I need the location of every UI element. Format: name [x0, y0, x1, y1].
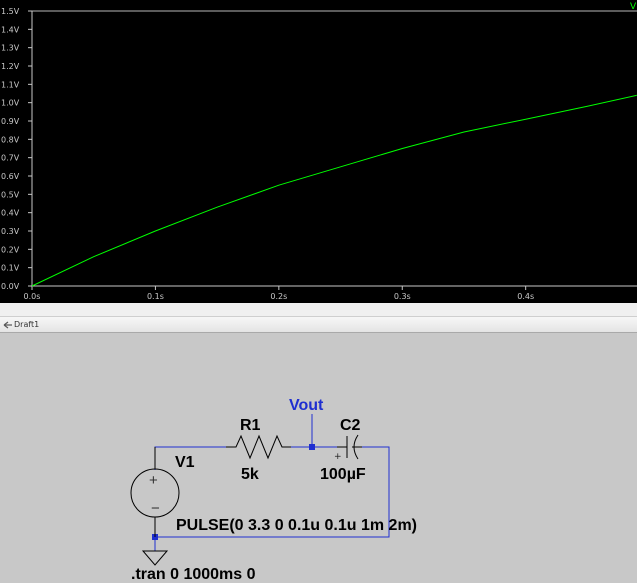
y-tick-label: 1.4V	[1, 25, 20, 34]
y-tick-label: 0.5V	[1, 190, 20, 199]
y-tick-label: 0.9V	[1, 117, 20, 126]
y-tick-label: 0.1V	[1, 264, 20, 273]
pane-separator[interactable]	[0, 303, 637, 316]
y-tick-label: 0.3V	[1, 227, 20, 236]
y-tick-label: 1.2V	[1, 62, 20, 71]
y-tick-label: 0.7V	[1, 154, 20, 163]
waveform-plot-pane[interactable]: 0.0V 0.1V 0.2V 0.3V 0.4V 0.5V 0.6V 0.7V 0.8V 0.9V…	[0, 0, 637, 303]
trace-line[interactable]	[31, 94, 637, 287]
c2-reference-label[interactable]: C2	[340, 417, 361, 434]
y-tick-label: 1.1V	[1, 80, 20, 89]
y-tick-label: 1.5V	[1, 7, 20, 16]
v1-reference-label[interactable]: V1	[175, 454, 195, 471]
vout-net-label[interactable]: Vout	[289, 397, 324, 414]
simulation-directive[interactable]: .tran 0 1000ms 0	[131, 566, 256, 583]
waveform-plot[interactable]: 0.0V 0.1V 0.2V 0.3V 0.4V 0.5V 0.6V 0.7V 0.8V 0.9V…	[0, 0, 637, 303]
x-tick-label: 0.2s	[270, 292, 287, 301]
schematic-window-title: Draft1	[14, 320, 40, 329]
schematic-window-icon	[3, 317, 13, 332]
trace-label[interactable]: V	[630, 2, 637, 12]
r1-reference-label[interactable]: R1	[240, 417, 261, 434]
y-tick-label: 1.3V	[1, 44, 20, 53]
v1-polarity-plus: +	[149, 472, 158, 489]
y-tick-label: 0.0V	[1, 282, 20, 291]
voltage-source-v1[interactable]	[130, 447, 180, 537]
r1-value-label[interactable]: 5k	[241, 466, 259, 483]
x-tick-label: 0.1s	[147, 292, 164, 301]
schematic-window-titlebar[interactable]: Draft1	[0, 316, 637, 333]
resistor-r1-symbol[interactable]	[226, 434, 291, 460]
c2-polarity-plus: +	[334, 452, 342, 462]
y-tick-label: 1.0V	[1, 99, 20, 108]
x-tick-label: 0.4s	[517, 292, 534, 301]
v1-polarity-minus: −	[151, 500, 160, 517]
y-tick-label: 0.6V	[1, 172, 20, 181]
x-tick-label: 0.0s	[24, 292, 41, 301]
ground-symbol[interactable]	[141, 550, 169, 566]
v1-value-label[interactable]: PULSE(0 3.3 0 0.1u 0.1u 1m 2m)	[176, 517, 417, 534]
vout-node-marker[interactable]	[309, 444, 315, 450]
resistor-r1[interactable]	[226, 434, 291, 460]
y-tick-label: 0.4V	[1, 209, 20, 218]
y-tick-label: 0.8V	[1, 135, 20, 144]
x-tick-label: 0.3s	[394, 292, 411, 301]
ground-icon[interactable]	[141, 550, 169, 566]
y-tick-label: 0.2V	[1, 245, 20, 254]
schematic-canvas[interactable]: R1 5k + C2 100µF Vout + − V1 PULSE(0 3.3…	[0, 333, 637, 583]
c2-value-label[interactable]: 100µF	[320, 466, 366, 483]
